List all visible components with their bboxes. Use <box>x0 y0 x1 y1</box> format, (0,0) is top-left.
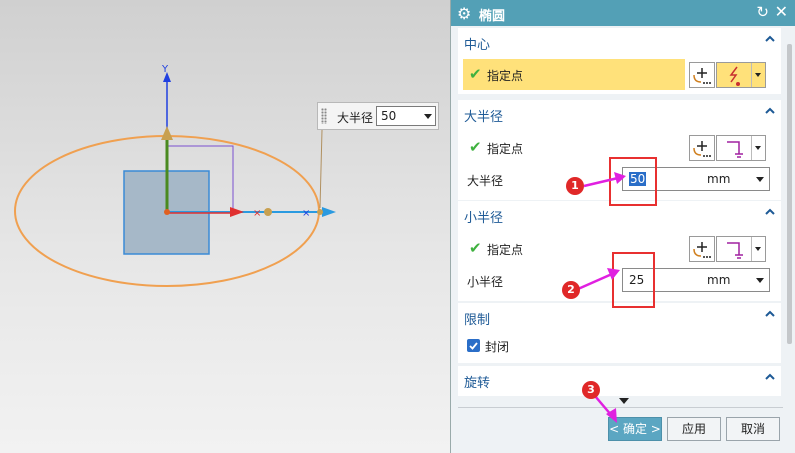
inferred-point-dropdown[interactable] <box>716 62 766 88</box>
section-rotation: 旋转 <box>458 366 781 396</box>
chevron-down-icon[interactable] <box>755 73 761 77</box>
endpoint-icon <box>727 141 743 158</box>
x-marker-1: × <box>253 208 261 219</box>
section-rotation-header[interactable]: 旋转 <box>464 372 490 391</box>
x-handle-arrow <box>230 207 244 217</box>
section-center: 中心 ✔ 指定点 <box>458 28 781 94</box>
chevron-down-icon[interactable] <box>755 146 761 150</box>
check-icon: ✔ <box>469 239 482 257</box>
highlight-major-radius <box>609 157 657 206</box>
point-type-dropdown[interactable] <box>716 135 766 161</box>
point-constructor-icon <box>693 242 711 258</box>
onscreen-radius-value: 50 <box>381 109 397 123</box>
check-icon: ✔ <box>469 65 482 83</box>
cancel-button[interactable]: 取消 <box>726 417 780 441</box>
minor-point-label: 指定点 <box>487 243 524 257</box>
y-axis-label: Y <box>162 64 169 75</box>
step-badge-2: 2 <box>562 281 580 299</box>
dropdown-separator <box>751 237 752 261</box>
major-radius-label: 大半径 <box>467 174 504 188</box>
center-point-label: 指定点 <box>487 69 524 83</box>
major-point-label: 指定点 <box>487 142 524 156</box>
x-axis-arrow <box>322 207 336 217</box>
endpoint-icon <box>727 242 743 259</box>
check-icon: ✔ <box>469 138 482 156</box>
chevron-down-icon[interactable] <box>756 278 764 283</box>
point-constructor-icon <box>693 141 711 157</box>
onscreen-input-box[interactable]: 大半径 50 <box>317 102 439 130</box>
grip-handle-icon[interactable] <box>321 108 327 124</box>
ok-button[interactable]: < 确定 > <box>608 417 662 441</box>
point-type-dropdown[interactable] <box>716 236 766 262</box>
closed-label: 封闭 <box>485 340 510 354</box>
chevron-up-icon[interactable] <box>765 309 775 319</box>
section-limits: 限制 封闭 <box>458 303 781 363</box>
step-badge-1: 1 <box>566 177 584 195</box>
x-marker-2: × <box>302 208 310 219</box>
graphics-canvas[interactable]: × × Y 大半径 50 <box>0 0 450 453</box>
checkmark-icon <box>469 342 478 350</box>
minor-radius-unit: mm <box>707 273 731 287</box>
chevron-up-icon[interactable] <box>765 207 775 217</box>
close-icon[interactable]: ✕ <box>775 2 788 21</box>
origin-point <box>164 209 170 215</box>
major-radius-unit: mm <box>707 172 731 186</box>
gear-icon: ⚙ <box>457 4 472 23</box>
minor-radius-label: 小半径 <box>467 275 504 289</box>
section-major-header[interactable]: 大半径 <box>464 106 503 125</box>
ellipse-dialog: ⚙ 椭圆 ↻ ✕ 中心 ✔ 指定点 大半径 ✔ 指定点 大半径 50 mm 小半… <box>450 0 795 453</box>
chevron-down-icon[interactable] <box>756 177 764 182</box>
dialog-title: 椭圆 <box>479 9 506 24</box>
step-badge-3: 3 <box>582 381 600 399</box>
end-handle <box>317 209 323 215</box>
inferred-point-icon <box>729 66 740 86</box>
more-options-arrow-icon[interactable] <box>619 398 629 404</box>
closed-checkbox[interactable] <box>467 339 480 352</box>
dialog-scrollbar[interactable] <box>784 28 794 400</box>
footer-divider <box>458 407 783 408</box>
section-center-header[interactable]: 中心 <box>464 34 490 53</box>
dropdown-separator <box>751 136 752 160</box>
point-dialog-button[interactable] <box>689 236 715 262</box>
point-dialog-button[interactable] <box>689 135 715 161</box>
chevron-down-icon[interactable] <box>755 247 761 251</box>
onscreen-input-label: 大半径 <box>337 111 374 125</box>
onscreen-radius-input[interactable]: 50 <box>376 106 436 126</box>
section-limits-header[interactable]: 限制 <box>464 309 490 328</box>
scrollbar-thumb[interactable] <box>787 44 792 344</box>
point-dialog-button[interactable] <box>689 62 715 88</box>
chevron-down-icon[interactable] <box>424 114 432 119</box>
midpoint-handle <box>264 208 272 216</box>
highlight-minor-radius <box>612 252 655 308</box>
scene-svg: × × <box>14 72 336 287</box>
leader-line <box>319 129 323 209</box>
chevron-up-icon[interactable] <box>765 372 775 382</box>
section-minor-header[interactable]: 小半径 <box>464 207 503 226</box>
apply-button[interactable]: 应用 <box>667 417 721 441</box>
point-constructor-icon <box>693 68 711 84</box>
chevron-up-icon[interactable] <box>765 106 775 116</box>
dropdown-separator <box>751 63 752 87</box>
chevron-up-icon[interactable] <box>765 34 775 44</box>
reset-icon[interactable]: ↻ <box>756 3 769 21</box>
vertical-handle-tip <box>161 126 173 140</box>
dialog-titlebar: ⚙ 椭圆 ↻ ✕ <box>451 0 795 26</box>
